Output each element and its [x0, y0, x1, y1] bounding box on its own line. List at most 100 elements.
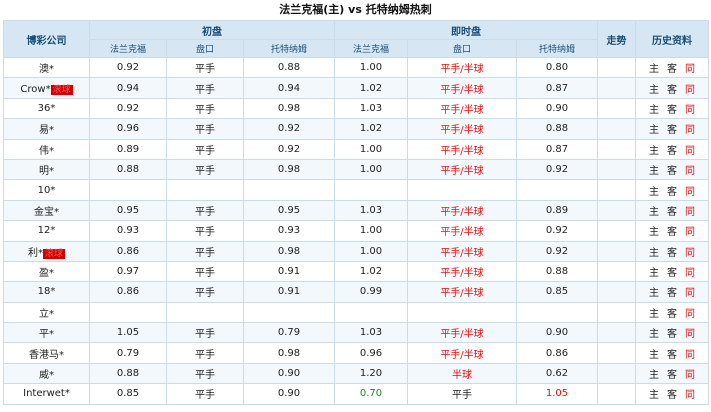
history-guest-link[interactable]: 客	[663, 366, 681, 381]
history-same-link[interactable]: 同	[681, 346, 699, 361]
history-home-link[interactable]: 主	[645, 366, 663, 381]
history-same-link[interactable]: 同	[681, 244, 699, 259]
history-home-link[interactable]: 主	[645, 386, 663, 401]
trend-cell[interactable]	[597, 97, 637, 120]
company-name[interactable]: Crow*	[20, 84, 50, 95]
company-cell[interactable]: 10*	[3, 179, 90, 201]
trend-cell[interactable]	[597, 322, 637, 344]
trend-cell[interactable]	[597, 220, 637, 242]
history-same-link[interactable]: 同	[681, 183, 699, 198]
history-home-link[interactable]: 主	[645, 121, 663, 136]
history-home-link[interactable]: 主	[645, 346, 663, 361]
trend-cell[interactable]	[597, 179, 637, 201]
company-cell[interactable]: 18*	[3, 281, 90, 303]
history-home-link[interactable]: 主	[645, 101, 663, 116]
company-cell[interactable]: 36*	[3, 97, 90, 120]
history-same-link[interactable]: 同	[681, 162, 699, 177]
trend-cell[interactable]	[597, 383, 637, 405]
company-cell[interactable]: 明*	[3, 158, 90, 181]
trend-cell[interactable]	[597, 118, 637, 140]
history-same-link[interactable]: 同	[681, 325, 699, 340]
trend-cell[interactable]	[597, 301, 637, 324]
history-same-link[interactable]: 同	[681, 81, 699, 96]
history-guest-link[interactable]: 客	[663, 142, 681, 157]
history-home-link[interactable]: 主	[645, 325, 663, 340]
trend-cell[interactable]	[597, 199, 637, 222]
trend-cell[interactable]	[597, 158, 637, 181]
history-same-link[interactable]: 同	[681, 284, 699, 299]
live-betting-badge[interactable]: 滚球	[50, 84, 73, 95]
history-home-link[interactable]: 主	[645, 223, 663, 238]
history-guest-link[interactable]: 客	[663, 305, 681, 320]
history-guest-link[interactable]: 客	[663, 203, 681, 218]
trend-cell[interactable]	[597, 281, 637, 303]
history-same-link[interactable]: 同	[681, 142, 699, 157]
company-name[interactable]: 36*	[38, 103, 56, 114]
history-same-link[interactable]: 同	[681, 121, 699, 136]
company-cell[interactable]: 香港马*	[3, 342, 90, 364]
company-cell[interactable]: 威*	[3, 362, 90, 385]
history-home-link[interactable]: 主	[645, 183, 663, 198]
company-name[interactable]: 伟*	[39, 146, 54, 157]
history-home-link[interactable]: 主	[645, 81, 663, 96]
company-cell[interactable]: 澳*	[3, 56, 90, 79]
history-home-link[interactable]: 主	[645, 203, 663, 218]
history-same-link[interactable]: 同	[681, 60, 699, 75]
history-guest-link[interactable]: 客	[663, 346, 681, 361]
trend-cell[interactable]	[597, 342, 637, 364]
trend-cell[interactable]	[597, 260, 637, 283]
trend-cell[interactable]	[597, 56, 637, 79]
history-guest-link[interactable]: 客	[663, 101, 681, 116]
company-cell[interactable]: 立*	[3, 301, 90, 324]
history-guest-link[interactable]: 客	[663, 264, 681, 279]
history-guest-link[interactable]: 客	[663, 121, 681, 136]
history-guest-link[interactable]: 客	[663, 244, 681, 259]
history-same-link[interactable]: 同	[681, 366, 699, 381]
history-guest-link[interactable]: 客	[663, 162, 681, 177]
history-guest-link[interactable]: 客	[663, 81, 681, 96]
company-name[interactable]: 10*	[38, 185, 56, 196]
history-home-link[interactable]: 主	[645, 305, 663, 320]
company-name[interactable]: 金宝*	[34, 207, 59, 218]
company-name[interactable]: 香港马*	[29, 350, 64, 361]
history-guest-link[interactable]: 客	[663, 284, 681, 299]
trend-cell[interactable]	[597, 362, 637, 385]
history-same-link[interactable]: 同	[681, 101, 699, 116]
company-name[interactable]: 澳*	[39, 64, 54, 75]
history-same-link[interactable]: 同	[681, 223, 699, 238]
history-home-link[interactable]: 主	[645, 142, 663, 157]
company-name[interactable]: 12*	[38, 225, 56, 236]
company-name[interactable]: 立*	[39, 309, 54, 320]
company-name[interactable]: 明*	[39, 166, 54, 177]
history-home-link[interactable]: 主	[645, 244, 663, 259]
history-home-link[interactable]: 主	[645, 60, 663, 75]
trend-cell[interactable]	[597, 138, 637, 160]
history-guest-link[interactable]: 客	[663, 183, 681, 198]
company-name[interactable]: Interwet*	[23, 388, 70, 399]
history-same-link[interactable]: 同	[681, 203, 699, 218]
company-name[interactable]: 盈*	[39, 268, 54, 279]
company-name[interactable]: 威*	[39, 370, 54, 381]
company-name[interactable]: 平*	[39, 329, 54, 340]
company-name[interactable]: 利*	[28, 248, 43, 259]
live-betting-badge[interactable]: 滚球	[42, 248, 65, 259]
history-same-link[interactable]: 同	[681, 305, 699, 320]
history-guest-link[interactable]: 客	[663, 386, 681, 401]
company-cell[interactable]: 平*	[3, 322, 90, 344]
history-guest-link[interactable]: 客	[663, 325, 681, 340]
history-same-link[interactable]: 同	[681, 264, 699, 279]
history-guest-link[interactable]: 客	[663, 223, 681, 238]
history-home-link[interactable]: 主	[645, 264, 663, 279]
company-cell[interactable]: 利* 滚球	[3, 240, 90, 262]
history-same-link[interactable]: 同	[681, 386, 699, 401]
company-cell[interactable]: 盈*	[3, 260, 90, 283]
company-name[interactable]: 易*	[39, 125, 54, 136]
company-cell[interactable]: Interwet*	[3, 383, 90, 405]
company-cell[interactable]: 易*	[3, 118, 90, 140]
company-cell[interactable]: 金宝*	[3, 199, 90, 222]
trend-cell[interactable]	[597, 240, 637, 262]
trend-cell[interactable]	[597, 77, 637, 99]
company-cell[interactable]: 伟*	[3, 138, 90, 160]
company-cell[interactable]: Crow* 滚球	[3, 77, 90, 99]
company-cell[interactable]: 12*	[3, 220, 90, 242]
